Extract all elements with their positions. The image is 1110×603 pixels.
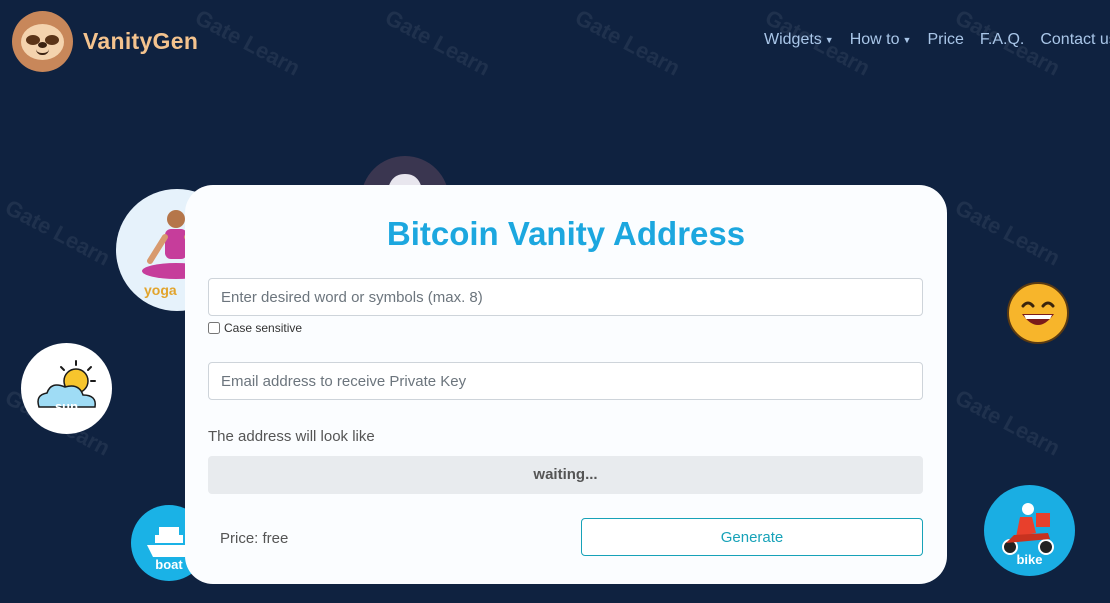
bike-label: bike (1016, 552, 1043, 567)
nav-label: Contact us (1040, 31, 1110, 48)
caret-down-icon: ▼ (824, 35, 834, 45)
generate-button[interactable]: Generate (581, 518, 923, 556)
watermark: Gate Learn (951, 384, 1065, 461)
nav-widgets[interactable]: Widgets ▼ (764, 31, 834, 49)
nav-label: Price (927, 31, 964, 48)
page-title: Bitcoin Vanity Address (386, 215, 746, 252)
nav-label: Widgets (764, 31, 822, 48)
sun-cloud-icon[interactable]: sun (21, 343, 112, 434)
nav-faq[interactable]: F.A.Q. (980, 31, 1024, 49)
brand[interactable]: VanityGen (12, 11, 198, 72)
watermark: Gate Learn (571, 4, 685, 81)
sun-label: sun (54, 399, 79, 414)
email-input[interactable] (208, 362, 923, 400)
top-nav: Widgets ▼ How to ▼ Price F.A.Q. Contact us (764, 31, 1110, 49)
watermark: Gate Learn (951, 194, 1065, 271)
case-sensitive-label: Case sensitive (224, 321, 303, 335)
vanity-address-card: Bitcoin Vanity Address Case sensitive Th… (185, 185, 947, 584)
case-sensitive-option[interactable]: Case sensitive (208, 321, 302, 335)
smiley-icon[interactable] (1007, 282, 1069, 344)
watermark: Gate Learn (1, 194, 115, 271)
price-text: Price: free (220, 530, 289, 547)
nav-how-to[interactable]: How to ▼ (850, 31, 912, 49)
case-sensitive-checkbox[interactable] (208, 322, 220, 334)
watermark: Gate Learn (191, 4, 305, 81)
desired-word-input[interactable] (208, 278, 923, 316)
sloth-logo-icon (12, 11, 73, 72)
nav-contact[interactable]: Contact us (1040, 31, 1110, 49)
nav-price[interactable]: Price (927, 31, 963, 49)
nav-label: F.A.Q. (979, 31, 1025, 48)
address-preview: waiting... (208, 456, 923, 494)
address-preview-label: The address will look like (208, 428, 375, 445)
nav-label: How to (849, 31, 900, 48)
caret-down-icon: ▼ (902, 35, 912, 45)
brand-name: VanityGen (83, 28, 199, 54)
watermark: Gate Learn (381, 4, 495, 81)
scooter-icon[interactable]: bike (984, 485, 1075, 576)
